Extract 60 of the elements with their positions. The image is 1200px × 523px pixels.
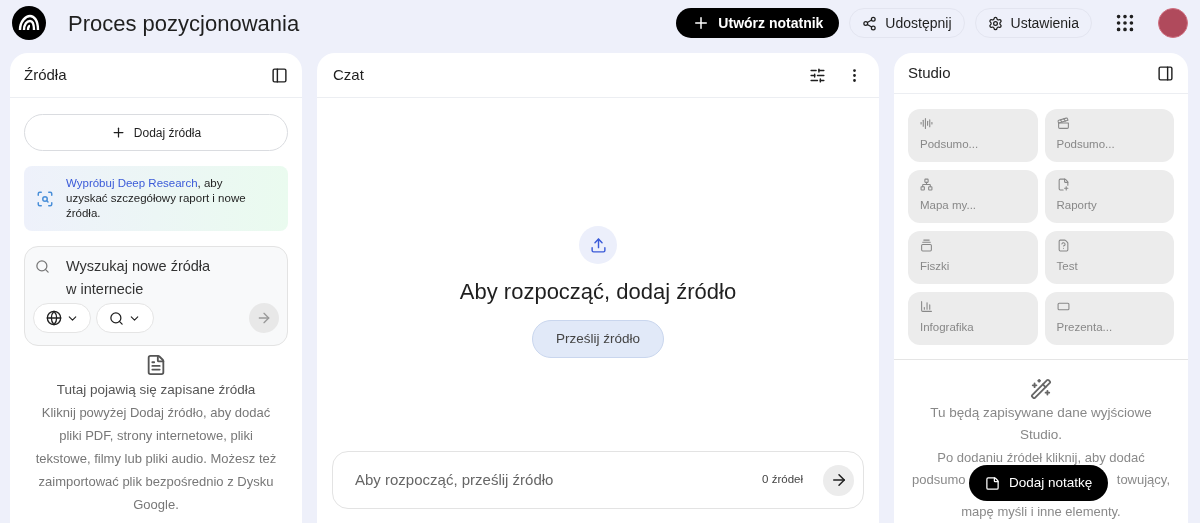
send-button[interactable] <box>823 464 854 496</box>
create-notebook-button[interactable]: Utwórz notatnik <box>676 8 840 38</box>
chat-input-box[interactable]: Aby rozpocząć, prześlij źródło 0 źródeł <box>332 451 864 509</box>
search-box[interactable]: Wyszukaj nowe źródła w internecie <box>24 246 288 346</box>
sidebar-toggle-icon[interactable] <box>1157 64 1174 82</box>
upload-icon <box>579 226 617 264</box>
empty-description-part: podsumo <box>912 471 966 489</box>
studio-tile[interactable]: Test <box>1044 231 1174 284</box>
note-icon <box>985 475 1000 491</box>
add-note-button[interactable]: Dodaj notatkę <box>969 465 1109 501</box>
mind-map-icon <box>920 178 933 192</box>
studio-tile[interactable]: Raporty <box>1044 170 1174 223</box>
share-icon <box>862 15 878 31</box>
search-icon <box>109 310 124 326</box>
magnifier-icon <box>36 189 54 208</box>
report-icon <box>1056 178 1070 192</box>
studio-tile[interactable]: Podsumo... <box>1044 109 1174 162</box>
search-icon <box>35 259 50 274</box>
studio-tile[interactable]: Mapa my... <box>908 170 1038 223</box>
document-icon <box>145 354 167 376</box>
settings-icon <box>987 15 1003 31</box>
panel-title: Studio <box>908 62 951 83</box>
settings-button[interactable]: Ustawienia <box>974 8 1092 38</box>
panel-title: Źródła <box>24 64 67 85</box>
logo-icon <box>12 6 46 40</box>
empty-description: Kliknij powyżej Dodaj źródło, aby dodać pliki PDF, strony internetowe, pliki tekstowe, filmy lub pliki audio. Możesz też zaimportować plik bezpośrednio z Dysku Google. <box>34 404 278 515</box>
chat-field[interactable]: Aby rozpocząć, prześlij źródło <box>355 468 763 492</box>
cards-icon <box>920 239 933 253</box>
promo-text: Wypróbuj Deep Research, aby uzyskać szczegółowy raport i nowe źródła. <box>66 176 247 221</box>
apps-icon[interactable] <box>1114 12 1136 34</box>
arrow-right-icon <box>256 310 272 326</box>
empty-description: Po dodaniu źródeł kliknij, aby dodać <box>937 449 1145 467</box>
empty-title: Aby rozpocząć, dodaj źródło <box>459 278 737 306</box>
studio-tile[interactable]: Podsumo... <box>908 109 1038 162</box>
search-field[interactable]: Wyszukaj nowe źródła w internecie <box>66 255 216 301</box>
notebook-title: Proces pozycjonowania <box>68 9 300 38</box>
studio-tile[interactable]: Prezenta... <box>1044 292 1174 345</box>
source-count: 0 źródeł <box>762 472 803 488</box>
upload-source-button[interactable]: Prześlij źródło <box>532 320 664 358</box>
panel-title: Czat <box>333 64 364 85</box>
share-button[interactable]: Udostępnij <box>849 8 965 38</box>
quiz-icon <box>1056 239 1070 253</box>
web-source-dropdown[interactable] <box>33 303 91 333</box>
plus-icon <box>110 125 126 140</box>
bar-chart-icon <box>920 300 933 314</box>
audio-wave-icon <box>920 117 933 131</box>
globe-icon <box>45 310 62 326</box>
studio-tile[interactable]: Infografika <box>908 292 1038 345</box>
video-icon <box>1056 117 1070 131</box>
magic-wand-icon <box>1030 378 1052 400</box>
empty-title: Tutaj pojawią się zapisane źródła <box>56 381 256 399</box>
empty-description-part: mapę myśli i inne elementy. <box>961 503 1121 521</box>
avatar[interactable] <box>1158 8 1188 38</box>
deep-research-link[interactable]: Wypróbuj Deep Research <box>66 177 198 189</box>
settings-sliders-icon[interactable] <box>809 66 826 84</box>
empty-description-part: towujący, <box>1116 471 1170 489</box>
sidebar-toggle-icon[interactable] <box>271 66 288 84</box>
studio-tile[interactable]: Fiszki <box>908 231 1038 284</box>
empty-title: Tu będą zapisywane dane wyjściowe Studio. <box>929 404 1153 444</box>
research-mode-dropdown[interactable] <box>96 303 154 333</box>
